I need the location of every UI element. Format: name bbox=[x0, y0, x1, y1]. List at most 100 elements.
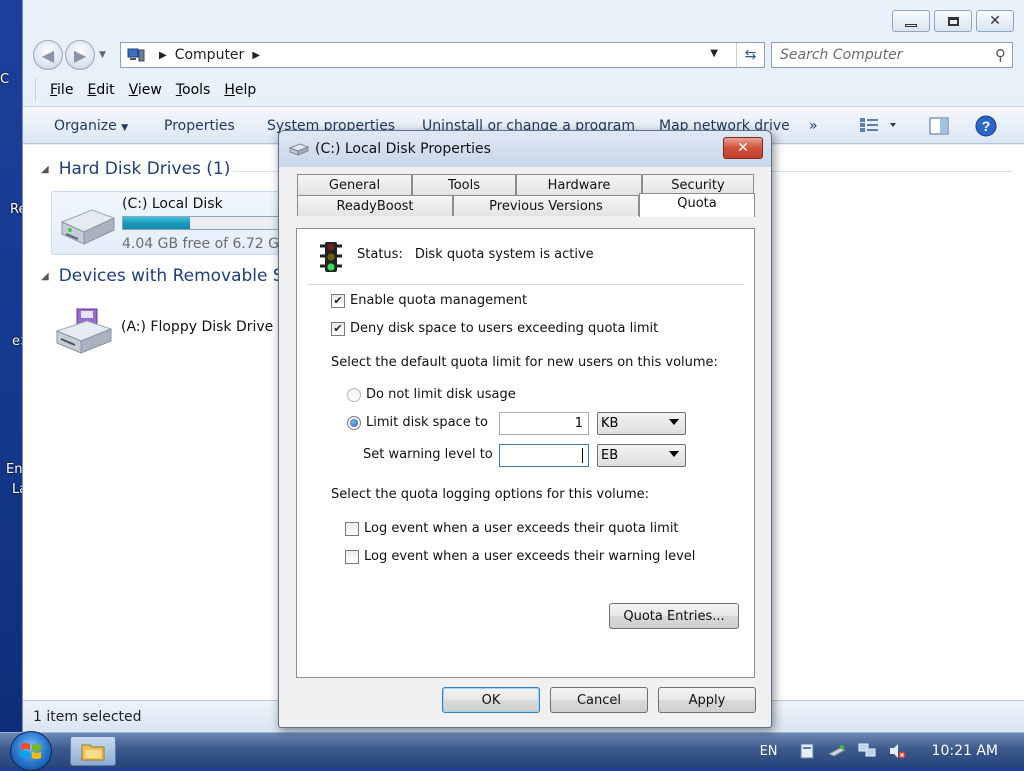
back-button[interactable]: ◀ bbox=[33, 40, 63, 70]
status-text: 1 item selected bbox=[33, 708, 142, 725]
taskbar: EN 10:21 AM bbox=[0, 731, 1024, 771]
warning-level-unit: EB bbox=[601, 448, 619, 463]
preview-pane-icon bbox=[929, 117, 949, 135]
tab-previous-versions[interactable]: Previous Versions bbox=[453, 195, 639, 216]
no-limit-label: Do not limit disk usage bbox=[366, 387, 516, 402]
back-arrow-icon: ◀ bbox=[41, 45, 55, 65]
refresh-icon: ⇆ bbox=[744, 47, 757, 63]
search-icon[interactable]: ⚲ bbox=[995, 46, 1006, 64]
menu-edit[interactable]: Edit bbox=[87, 82, 114, 98]
close-icon: ✕ bbox=[989, 13, 1001, 29]
language-indicator[interactable]: EN bbox=[760, 744, 778, 759]
limit-space-value-field[interactable]: 1 bbox=[499, 412, 589, 435]
enable-quota-label: Enable quota management bbox=[350, 293, 528, 308]
chevron-down-icon bbox=[669, 451, 679, 457]
menu-bar: File Edit View Tools Help bbox=[35, 78, 256, 102]
log-warning-level-label: Log event when a user exceeds their warn… bbox=[364, 549, 696, 564]
checkbox-checked-icon[interactable]: ✔ bbox=[331, 321, 345, 336]
status-value: Disk quota system is active bbox=[414, 247, 594, 262]
tab-readyboost[interactable]: ReadyBoost bbox=[297, 195, 453, 216]
enable-quota-checkbox[interactable]: ✔ Enable quota management bbox=[331, 293, 527, 308]
tab-security[interactable]: Security bbox=[642, 174, 754, 195]
deny-space-checkbox[interactable]: ✔ Deny disk space to users exceeding quo… bbox=[331, 321, 658, 336]
quota-entries-button[interactable]: Quota Entries... bbox=[609, 603, 739, 629]
preview-pane-button[interactable] bbox=[929, 117, 949, 139]
log-quota-limit-checkbox[interactable]: Log event when a user exceeds their quot… bbox=[345, 521, 679, 536]
ok-button[interactable]: OK bbox=[442, 687, 540, 713]
properties-button[interactable]: Properties bbox=[164, 118, 235, 134]
organize-label: Organize bbox=[54, 118, 117, 134]
breadcrumb-separator-icon[interactable]: ▶ bbox=[252, 50, 260, 61]
floppy-drive-name[interactable]: (A:) Floppy Disk Drive bbox=[121, 319, 273, 335]
forward-arrow-icon: ▶ bbox=[73, 45, 87, 65]
disk-usage-bar bbox=[122, 216, 292, 230]
dialog-close-button[interactable]: ✕ bbox=[723, 137, 763, 159]
desktop-icon-label: C bbox=[0, 72, 10, 87]
minimize-button[interactable] bbox=[892, 10, 930, 32]
close-button[interactable]: ✕ bbox=[976, 10, 1014, 32]
tray-notes-icon[interactable] bbox=[798, 742, 816, 760]
warning-level-value-field[interactable] bbox=[499, 444, 589, 467]
maximize-button[interactable] bbox=[934, 10, 972, 32]
address-bar[interactable]: ▶ Computer ▶ ▼ ⇆ bbox=[120, 42, 765, 68]
taskbar-explorer-button[interactable] bbox=[70, 736, 116, 766]
recent-pages-dropdown[interactable]: ▼ bbox=[99, 50, 106, 60]
forward-button[interactable]: ▶ bbox=[65, 40, 95, 70]
checkbox-unchecked-icon[interactable] bbox=[345, 549, 359, 564]
hard-drive-icon bbox=[289, 143, 309, 156]
dialog-title-bar[interactable]: (C:) Local Disk Properties ✕ bbox=[279, 131, 771, 167]
navigation-buttons: ◀ ▶ ▼ bbox=[33, 40, 106, 70]
breadcrumb-separator-icon[interactable]: ▶ bbox=[159, 50, 167, 61]
logging-heading: Select the quota logging options for thi… bbox=[331, 487, 650, 502]
separator bbox=[307, 284, 744, 285]
apply-button[interactable]: Apply bbox=[658, 687, 756, 713]
group-title: Hard Disk Drives (1) bbox=[58, 159, 231, 179]
checkbox-checked-icon[interactable]: ✔ bbox=[331, 293, 345, 308]
log-warning-level-checkbox[interactable]: Log event when a user exceeds their warn… bbox=[345, 549, 695, 564]
breadcrumb-computer[interactable]: Computer bbox=[175, 47, 245, 63]
tray-usb-icon[interactable] bbox=[827, 742, 846, 760]
tab-hardware[interactable]: Hardware bbox=[516, 174, 642, 195]
group-header-removable[interactable]: ◢ Devices with Removable Sto bbox=[41, 266, 301, 286]
desktop-icon-label: En bbox=[6, 462, 23, 477]
chevron-down-icon bbox=[669, 419, 679, 425]
limit-space-radio[interactable]: Limit disk space to bbox=[347, 415, 488, 430]
limit-space-unit-select[interactable]: KB bbox=[597, 412, 686, 435]
tab-general[interactable]: General bbox=[297, 174, 412, 195]
no-limit-radio[interactable]: Do not limit disk usage bbox=[347, 387, 516, 402]
volume-muted-icon[interactable] bbox=[888, 742, 906, 760]
organize-button[interactable]: Organize ▼ bbox=[54, 118, 128, 134]
refresh-button[interactable]: ⇆ bbox=[736, 43, 764, 67]
clock[interactable]: 10:21 AM bbox=[932, 743, 998, 759]
log-quota-limit-label: Log event when a user exceeds their quot… bbox=[364, 521, 679, 536]
disk-usage-fill bbox=[123, 217, 191, 229]
traffic-light-icon bbox=[320, 242, 342, 272]
local-disk-item[interactable]: (C:) Local Disk 4.04 GB free of 6.72 GB bbox=[51, 191, 292, 255]
more-commands-button[interactable]: » bbox=[809, 118, 818, 134]
menu-file[interactable]: File bbox=[50, 82, 73, 98]
floppy-drive-icon[interactable] bbox=[53, 307, 113, 355]
warning-level-unit-select[interactable]: EB bbox=[597, 444, 686, 467]
limit-space-label: Limit disk space to bbox=[366, 415, 488, 430]
tab-tools[interactable]: Tools bbox=[412, 174, 516, 195]
radio-selected-icon[interactable] bbox=[347, 415, 361, 430]
group-header-hard-disks[interactable]: ◢ Hard Disk Drives (1) bbox=[41, 159, 230, 179]
tab-quota[interactable]: Quota bbox=[639, 193, 755, 217]
radio-unselected-icon[interactable] bbox=[347, 387, 361, 402]
computer-icon bbox=[127, 48, 145, 62]
collapse-triangle-icon[interactable]: ◢ bbox=[41, 164, 49, 175]
collapse-triangle-icon[interactable]: ◢ bbox=[41, 271, 49, 282]
search-input[interactable]: Search Computer ⚲ bbox=[771, 42, 1013, 68]
help-button[interactable]: ? bbox=[975, 115, 997, 141]
start-button[interactable] bbox=[10, 731, 52, 771]
menu-tools[interactable]: Tools bbox=[176, 82, 211, 98]
menu-view[interactable]: View bbox=[129, 82, 162, 98]
menu-help[interactable]: Help bbox=[224, 82, 256, 98]
cancel-button[interactable]: Cancel bbox=[550, 687, 648, 713]
network-icon[interactable] bbox=[858, 742, 876, 760]
window-caption-buttons: ✕ bbox=[892, 10, 1014, 32]
address-history-dropdown[interactable]: ▼ bbox=[710, 48, 718, 59]
hard-drive-icon bbox=[60, 209, 116, 245]
view-options-button[interactable] bbox=[859, 117, 897, 137]
checkbox-unchecked-icon[interactable] bbox=[345, 521, 359, 536]
